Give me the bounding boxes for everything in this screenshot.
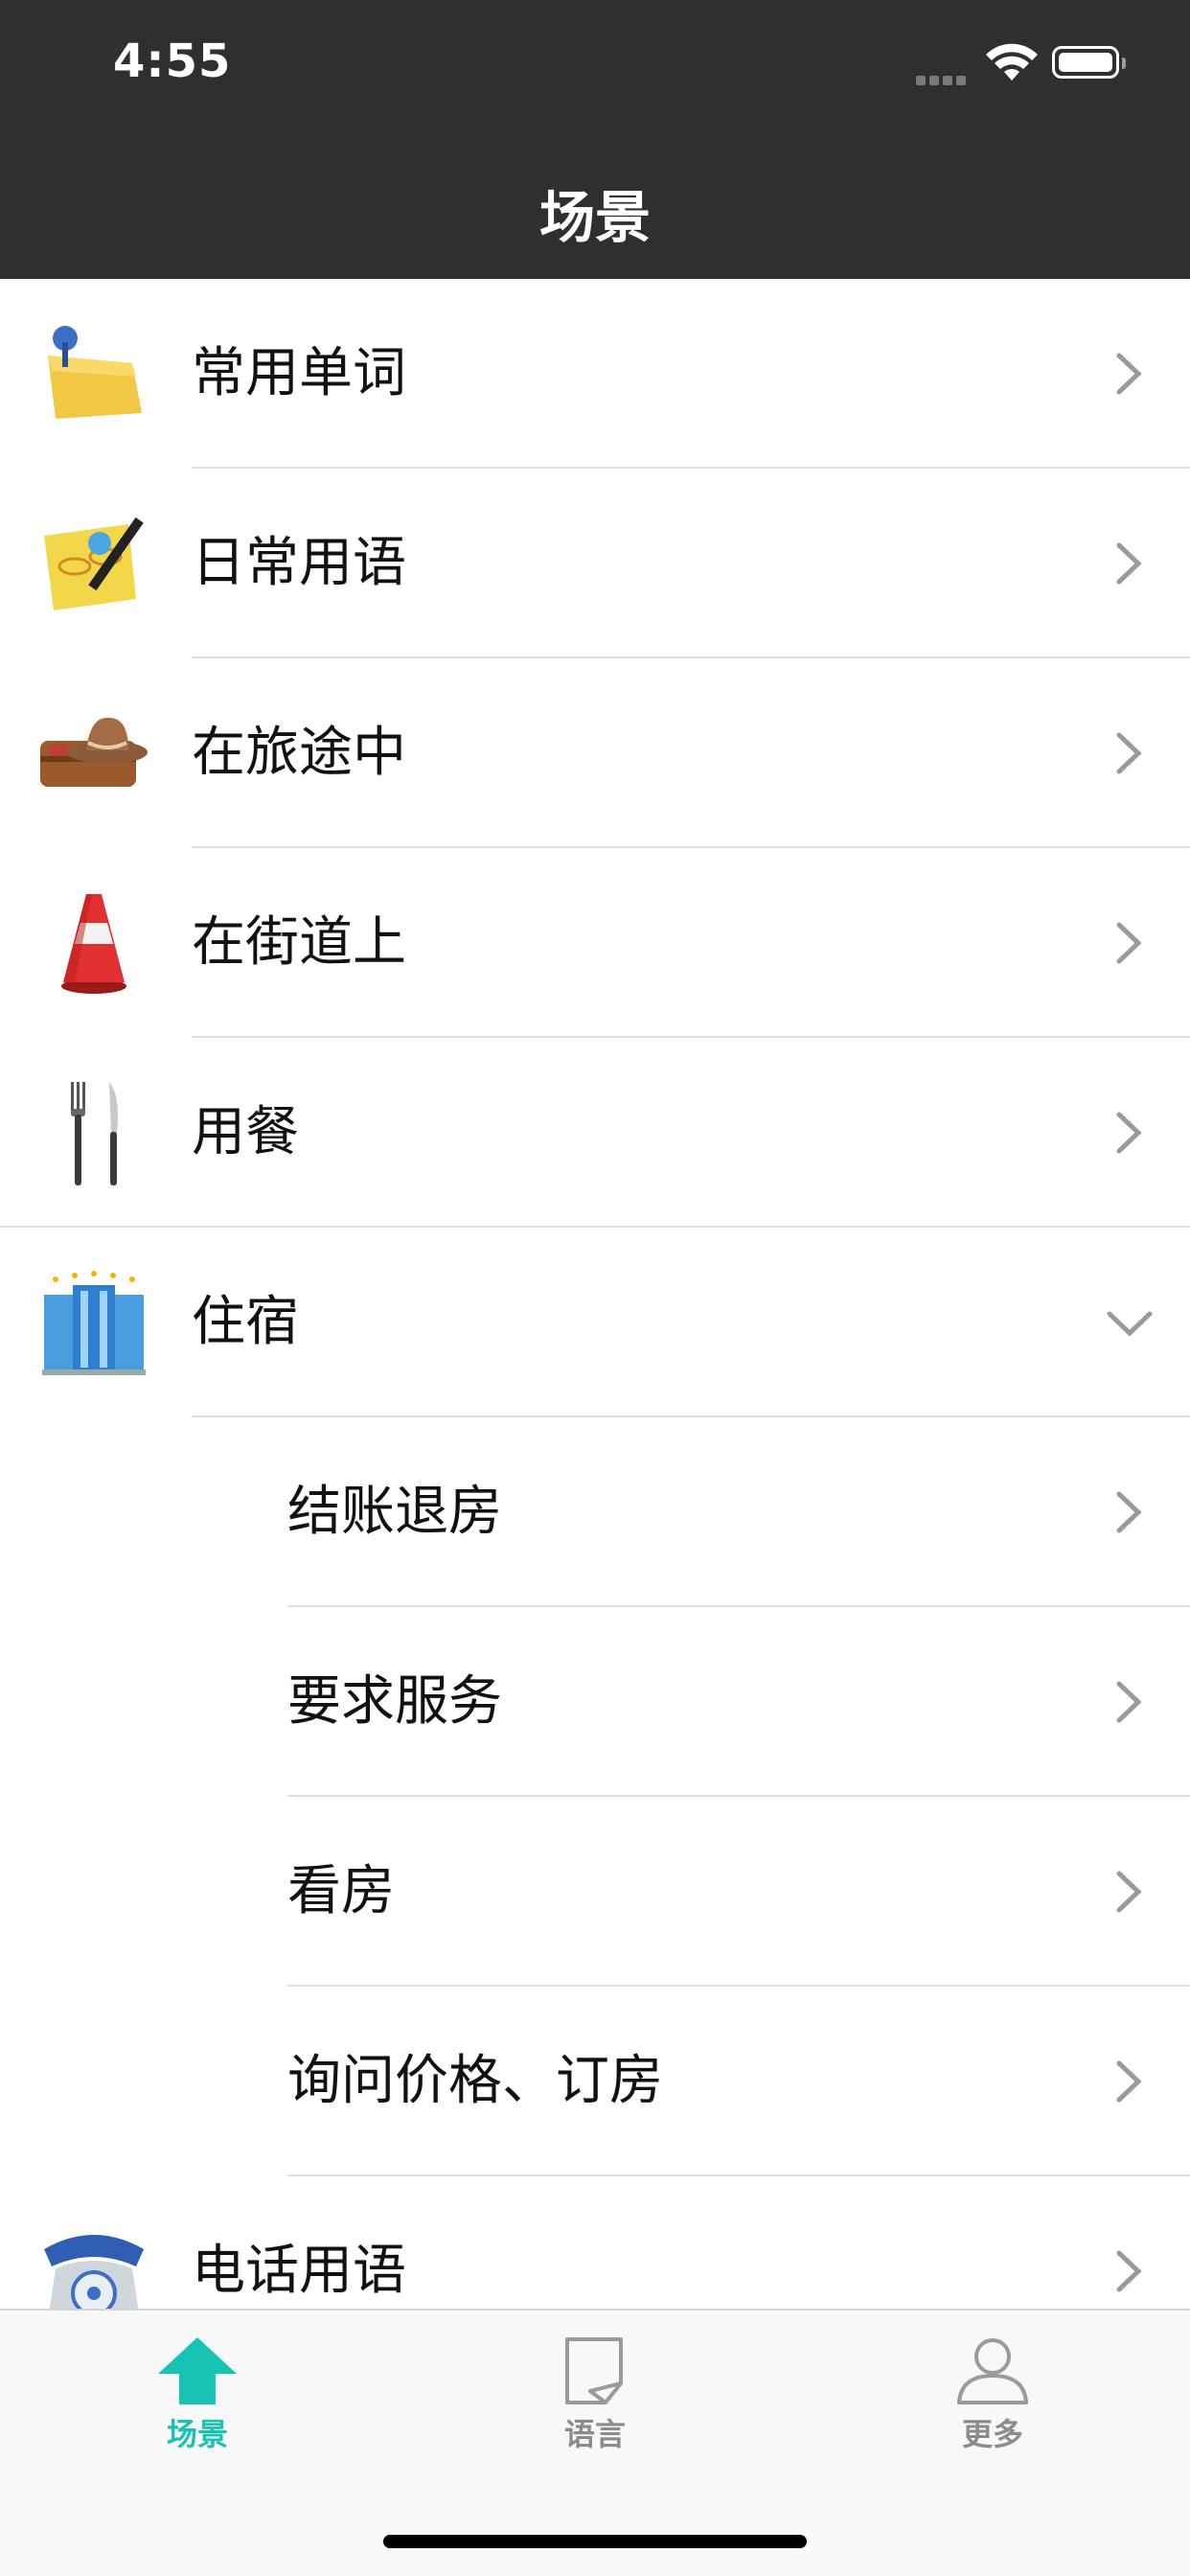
chevron-right-icon <box>1116 1871 1142 1913</box>
sub-item-label: 结账退房 <box>287 1481 502 1543</box>
chevron-down-icon <box>1107 1311 1153 1337</box>
list-item-daily-phrases[interactable]: 日常用语 <box>0 469 1190 658</box>
list-item-label: 住宿 <box>192 1291 299 1353</box>
traffic-cone-icon <box>61 894 126 994</box>
hotel-building-icon <box>42 1271 146 1375</box>
telephone-icon <box>44 2235 144 2309</box>
tab-label: 场景 <box>166 2416 228 2452</box>
list-item-common-words[interactable]: 常用单词 <box>0 279 1190 469</box>
list-item-label: 在街道上 <box>192 911 406 974</box>
list-item-label: 用餐 <box>192 1101 299 1163</box>
chevron-right-icon <box>1116 1491 1142 1533</box>
wifi-icon <box>986 43 1038 80</box>
status-time: 4:55 <box>113 34 232 88</box>
notepad-pencil-icon <box>44 517 144 610</box>
battery-icon <box>1052 46 1126 79</box>
sub-item-checkout[interactable]: 结账退房 <box>0 1417 1190 1607</box>
book-icon <box>565 2337 623 2404</box>
list-item-on-the-street[interactable]: 在街道上 <box>0 848 1190 1038</box>
sub-item-label: 要求服务 <box>287 1670 502 1733</box>
chevron-right-icon <box>1116 1112 1142 1154</box>
sub-item-label: 询问价格、订房 <box>287 2050 663 2112</box>
navigation-header: 4:55 场景 <box>0 0 1190 279</box>
chevron-right-icon <box>1116 353 1142 395</box>
list-item-dining[interactable]: 用餐 <box>0 1038 1190 1228</box>
list-item-label: 电话用语 <box>192 2240 406 2302</box>
list-item-label: 在旅途中 <box>192 722 406 784</box>
list-item-on-the-trip[interactable]: 在旅途中 <box>0 658 1190 848</box>
tab-label: 语言 <box>563 2416 626 2452</box>
sticky-note-pin-icon <box>48 326 142 419</box>
list-item-telephone[interactable]: 电话用语 <box>0 2176 1190 2309</box>
tab-language[interactable]: 语言 <box>480 2335 710 2479</box>
fork-knife-icon <box>71 1082 118 1185</box>
scene-list[interactable]: 常用单词 日常用语 在旅途中 在街道上 用餐 住宿 结账退房 要求服务 看房 询… <box>0 279 1190 2309</box>
list-item-label: 日常用语 <box>192 532 406 594</box>
chevron-right-icon <box>1116 2250 1142 2292</box>
suitcase-hat-icon <box>40 717 148 787</box>
sub-item-label: 看房 <box>287 1860 395 1922</box>
home-arrow-icon <box>158 2337 237 2404</box>
list-item-accommodation[interactable]: 住宿 <box>0 1228 1190 1417</box>
chevron-right-icon <box>1116 2060 1142 2103</box>
tab-more[interactable]: 更多 <box>878 2335 1108 2479</box>
tab-scenes[interactable]: 场景 <box>82 2335 312 2479</box>
page-title: 场景 <box>538 185 651 250</box>
chevron-right-icon <box>1116 922 1142 964</box>
cellular-signal-icon <box>916 71 970 89</box>
chevron-right-icon <box>1116 542 1142 585</box>
sub-item-view-room[interactable]: 看房 <box>0 1797 1190 1987</box>
chevron-right-icon <box>1116 732 1142 774</box>
chevron-right-icon <box>1116 1681 1142 1723</box>
sub-item-ask-price-booking[interactable]: 询问价格、订房 <box>0 1987 1190 2176</box>
person-icon <box>957 2338 1028 2404</box>
home-indicator[interactable] <box>383 2535 807 2548</box>
sub-item-request-service[interactable]: 要求服务 <box>0 1607 1190 1797</box>
tab-label: 更多 <box>961 2416 1023 2452</box>
app-screen: 4:55 场景 常用单词 日常用语 在旅途中 在街道上 用餐 住宿 结账退房 要… <box>0 0 1190 2576</box>
list-item-label: 常用单词 <box>192 342 406 404</box>
